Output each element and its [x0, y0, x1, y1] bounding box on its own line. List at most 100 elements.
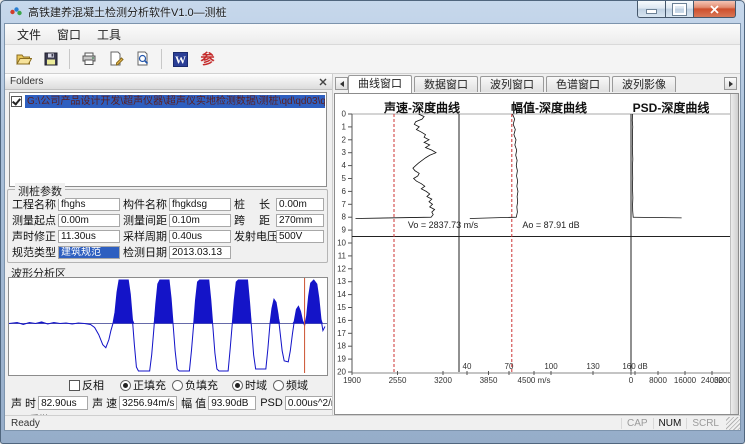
tab-scroll-left-button[interactable] — [335, 77, 348, 90]
file-path[interactable]: G:\公司产品设计开发\超声仪器\超声仪实地检测数据\测桩\qd\qd03\qd… — [25, 95, 325, 108]
freq-domain-radio[interactable] — [273, 380, 284, 391]
file-tree[interactable]: G:\公司产品设计开发\超声仪器\超声仪实地检测数据\测桩\qd\qd03\qd… — [9, 92, 327, 187]
toolbar-separator — [161, 49, 162, 69]
param-label: 发射电压 — [234, 228, 276, 244]
indicator-scrl: SCRL — [686, 418, 724, 429]
print-icon — [81, 51, 97, 67]
param-label: 测量间距 — [123, 212, 169, 228]
param-label: 测量起点 — [12, 212, 58, 228]
tab-spectrum-window[interactable]: 色谱窗口 — [546, 76, 610, 92]
voltage-field[interactable]: 500V — [276, 230, 324, 243]
waveform-area[interactable] — [8, 277, 328, 376]
component-name-field[interactable]: fhgkdsg — [169, 198, 231, 211]
time-domain-label: 时域 — [245, 377, 267, 393]
svg-text:16: 16 — [337, 316, 346, 325]
svg-text:100: 100 — [544, 362, 558, 371]
menu-file[interactable]: 文件 — [9, 24, 49, 45]
fill-negative-label: 负填充 — [185, 377, 218, 393]
invert-checkbox[interactable] — [69, 380, 80, 391]
word-export-button[interactable]: W — [168, 47, 193, 71]
svg-text:13: 13 — [337, 277, 346, 286]
folders-caption: Folders — [10, 76, 43, 87]
svg-text:4500 m/s: 4500 m/s — [518, 376, 551, 385]
span-field[interactable]: 270mm — [276, 214, 324, 227]
chart-area[interactable]: 声速-深度曲线 幅值-深度曲线 PSD-深度曲线 012345678910111… — [334, 93, 739, 415]
print-setup-button[interactable] — [103, 47, 128, 71]
print-preview-button[interactable] — [130, 47, 155, 71]
sound-time-field[interactable]: 82.90us — [38, 396, 88, 410]
svg-text:12: 12 — [337, 264, 346, 273]
param-label: 声时修正 — [12, 228, 58, 244]
svg-text:11: 11 — [338, 251, 347, 260]
psd-field[interactable]: 0.00us^2/m — [285, 396, 332, 410]
svg-text:15: 15 — [337, 303, 346, 312]
print-preview-icon — [135, 51, 151, 67]
waveform-plot[interactable] — [9, 278, 327, 373]
param-label: 桩 长 — [234, 196, 276, 212]
tab-label: 曲线窗口 — [358, 78, 402, 90]
pile-params-group: 测桩参数 工程名称fhghs 构件名称fhgkdsg 桩 长0.00m 测量起点… — [7, 189, 328, 263]
tab-curve-window[interactable]: 曲线窗口 — [348, 75, 412, 93]
minimize-button[interactable] — [637, 1, 666, 18]
svg-text:14: 14 — [337, 290, 346, 299]
fill-positive-radio[interactable] — [120, 380, 131, 391]
svg-text:Ao = 87.91 dB: Ao = 87.91 dB — [522, 220, 579, 230]
menu-tools[interactable]: 工具 — [89, 24, 129, 45]
pile-length-field[interactable]: 0.00m — [276, 198, 324, 211]
vertical-scrollbar[interactable] — [730, 94, 738, 414]
resize-grip[interactable] — [726, 417, 740, 430]
sample-period-field[interactable]: 0.40us — [169, 230, 231, 243]
tab-data-window[interactable]: 数据窗口 — [414, 76, 478, 92]
fill-negative-radio[interactable] — [172, 380, 183, 391]
velocity-label: 声 速 — [92, 395, 117, 411]
save-icon — [43, 51, 59, 67]
svg-text:Vo = 2837.73 m/s: Vo = 2837.73 m/s — [408, 220, 479, 230]
folders-caption-bar: Folders — [5, 74, 332, 90]
svg-text:2: 2 — [342, 135, 347, 144]
menubar: 文件 窗口 工具 — [5, 24, 740, 45]
standard-type-field[interactable]: 建筑规范 — [58, 246, 120, 259]
statusbar: Ready CAP NUM SCRL — [5, 415, 740, 430]
client-area: Folders G:\公司产品设计开发\超声仪器\超声仪实地检测数据\测桩\qd… — [5, 74, 740, 415]
param-label: 检测日期 — [123, 244, 169, 260]
maximize-icon — [673, 4, 686, 15]
start-point-field[interactable]: 0.00m — [58, 214, 120, 227]
file-checkbox[interactable] — [11, 96, 22, 107]
open-button[interactable] — [11, 47, 36, 71]
project-name-field[interactable]: fhghs — [58, 198, 120, 211]
close-icon — [710, 5, 719, 14]
time-domain-radio[interactable] — [232, 380, 243, 391]
tab-wavetrain-image[interactable]: 波列影像 — [612, 76, 676, 92]
depth-curves-plot[interactable]: 0123456789101112131415161718192019002550… — [335, 94, 739, 415]
save-button[interactable] — [38, 47, 63, 71]
sound-time-label: 声 时 — [11, 395, 36, 411]
spacing-field[interactable]: 0.10m — [169, 214, 231, 227]
time-correction-field[interactable]: 11.30us — [58, 230, 120, 243]
reference-button[interactable]: 参 — [195, 47, 220, 71]
svg-text:16000: 16000 — [674, 376, 697, 385]
test-date-field[interactable]: 2013.03.13 — [169, 246, 231, 259]
close-button[interactable] — [693, 1, 736, 18]
window-controls — [637, 1, 736, 18]
svg-text:4: 4 — [342, 161, 347, 170]
svg-text:9: 9 — [342, 226, 347, 235]
fill-positive-label: 正填充 — [133, 377, 166, 393]
menu-window[interactable]: 窗口 — [49, 24, 89, 45]
tab-label: 数据窗口 — [424, 79, 468, 91]
svg-text:130: 130 — [586, 362, 600, 371]
svg-text:40: 40 — [463, 362, 472, 371]
print-button[interactable] — [76, 47, 101, 71]
tab-scroll-right-button[interactable] — [724, 77, 737, 90]
params-row: 规范类型建筑规范 检测日期2013.03.13 — [8, 244, 327, 260]
titlebar[interactable]: 高铁建养混凝土检测分析软件V1.0—测桩 — [1, 1, 744, 23]
maximize-button[interactable] — [666, 1, 693, 18]
velocity-field[interactable]: 3256.94m/s — [119, 396, 177, 410]
open-folder-icon — [16, 51, 32, 67]
svg-text:2550: 2550 — [389, 376, 407, 385]
tree-item[interactable]: G:\公司产品设计开发\超声仪器\超声仪实地检测数据\测桩\qd\qd03\qd… — [11, 95, 325, 108]
amplitude-field[interactable]: 93.90dB — [208, 396, 256, 410]
right-panel: 曲线窗口 数据窗口 波列窗口 色谱窗口 波列影像 声速-深度曲线 幅值-深度曲线… — [332, 74, 740, 415]
param-label: 构件名称 — [123, 196, 169, 212]
tab-wavetrain-window[interactable]: 波列窗口 — [480, 76, 544, 92]
folders-close-icon[interactable] — [319, 78, 327, 86]
